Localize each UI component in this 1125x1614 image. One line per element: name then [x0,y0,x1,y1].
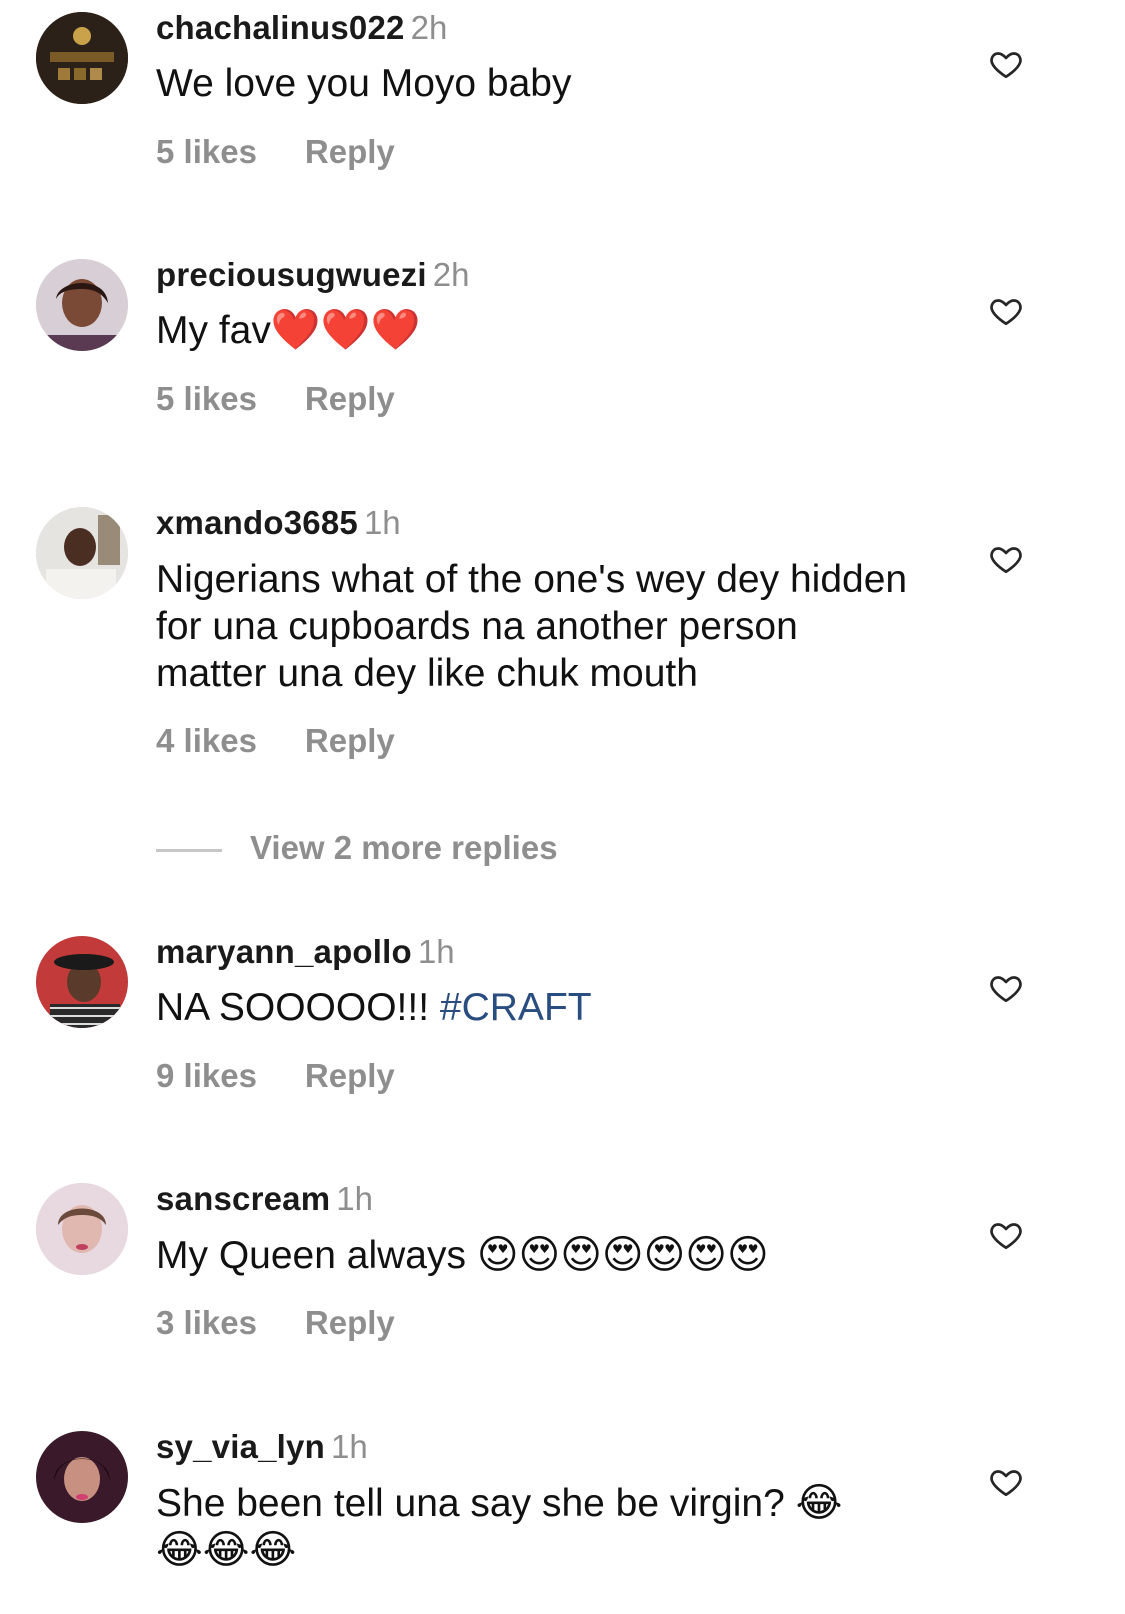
timestamp: 1h [336,1180,373,1217]
comment-header: sanscream 1h [156,1179,373,1219]
view-more-label[interactable]: View 2 more replies [250,829,558,866]
heart-icon[interactable] [988,541,1024,577]
likes-count[interactable]: 4 likes [156,722,257,759]
comment-text: We love you Moyo baby [156,62,572,105]
reply-button[interactable]: Reply [305,1304,395,1341]
reply-button[interactable]: Reply [305,722,395,759]
emoji: 😂 [795,1480,843,1526]
comment-meta: 5 likes Reply [156,132,395,172]
reply-button[interactable]: Reply [305,1057,395,1094]
heart-icon[interactable] [988,46,1024,82]
comment-meta: 9 likes Reply [156,1056,395,1096]
comment-meta: 4 likes Reply [156,721,395,761]
divider [156,848,222,852]
avatar[interactable] [36,12,128,104]
timestamp: 1h [363,504,401,541]
comment-text: My fav❤️❤️❤️ [156,307,936,354]
likes-count[interactable]: 9 likes [156,1057,257,1094]
comment-text-body: She been tell una say she be virgin? [156,1482,785,1525]
avatar[interactable] [36,259,128,351]
avatar[interactable] [36,507,128,599]
emoji: 😍😍😍😍😍😍😍 [476,1232,769,1278]
heart-icon[interactable] [988,970,1024,1006]
avatar[interactable] [36,936,128,1028]
username[interactable]: preciousugwuezi [156,256,427,293]
timestamp: 2h [432,256,470,293]
emoji: 😂😂😂 [156,1527,297,1573]
timestamp: 1h [417,933,455,970]
username[interactable]: chachalinus022 [156,9,405,46]
heart-icon[interactable] [988,1217,1024,1253]
comment-text: She been tell una say she be virgin? 😂 😂😂… [156,1480,936,1574]
reply-button[interactable]: Reply [305,380,395,417]
comment-header: xmando3685 1h [156,503,401,543]
comment-text-body: My Queen always [156,1234,466,1277]
comment-header: chachalinus022 2h [156,8,447,48]
comment-text: My Queen always 😍😍😍😍😍😍😍 [156,1232,956,1279]
likes-count[interactable]: 3 likes [156,1304,257,1341]
hashtag-link[interactable]: #CRAFT [440,986,592,1029]
comment-text: NA SOOOOO!!! #CRAFT [156,984,936,1031]
comment-header: preciousugwuezi 2h [156,255,469,295]
timestamp: 2h [410,9,448,46]
username[interactable]: xmando3685 [156,504,358,541]
comment-meta: 3 likes Reply [156,1303,395,1343]
heart-icon[interactable] [988,293,1024,329]
username[interactable]: sanscream [156,1180,330,1217]
comment-meta: 5 likes Reply [156,379,395,419]
username[interactable]: sy_via_lyn [156,1428,325,1465]
likes-count[interactable]: 5 likes [156,380,257,417]
comment-text: Nigerians what of the one's wey dey hidd… [156,558,908,695]
avatar[interactable] [36,1183,128,1275]
comment-text-body: NA SOOOOO!!! [156,986,430,1029]
username[interactable]: maryann_apollo [156,933,412,970]
avatar[interactable] [36,1431,128,1523]
emoji: ❤️❤️❤️ [270,307,421,353]
likes-count[interactable]: 5 likes [156,133,257,170]
view-more-replies[interactable]: View 2 more replies [156,828,558,868]
comment-header: maryann_apollo 1h [156,932,455,972]
reply-button[interactable]: Reply [305,133,395,170]
comment-header: sy_via_lyn 1h [156,1427,368,1467]
comment-text-body: My fav [156,309,271,352]
heart-icon[interactable] [988,1464,1024,1500]
timestamp: 1h [330,1428,368,1465]
